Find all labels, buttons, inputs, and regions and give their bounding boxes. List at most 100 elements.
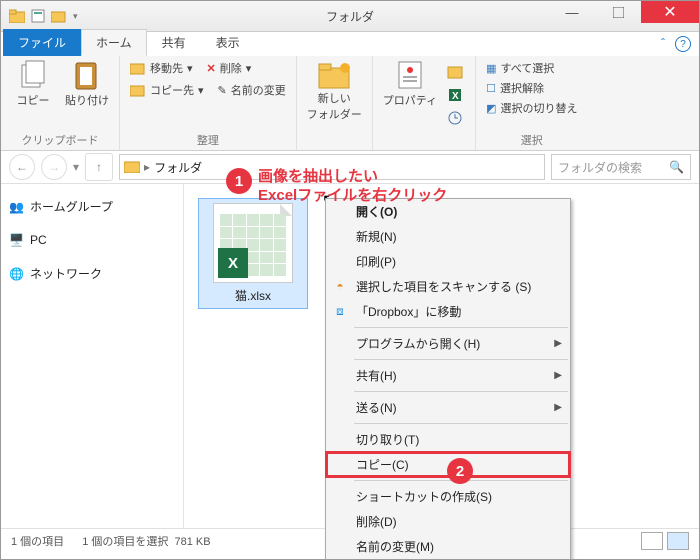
sidebar-item-network[interactable]: 🌐ネットワーク	[7, 261, 177, 286]
invert-selection-button[interactable]: ◩選択の切り替え	[486, 100, 577, 116]
status-count: 1 個の項目	[11, 533, 64, 549]
separator	[354, 327, 568, 328]
folder-icon	[9, 9, 25, 23]
history-icon[interactable]	[447, 110, 465, 129]
new-folder-button[interactable]: 新しい フォルダー	[307, 60, 362, 122]
chevron-right-icon[interactable]: ▸	[144, 160, 150, 174]
quick-access-toolbar: ▾	[1, 9, 86, 23]
copy-button[interactable]: コピー	[11, 60, 55, 108]
new-folder-icon	[317, 60, 351, 90]
titlebar: ▾ フォルダ — ✕	[1, 1, 699, 32]
sidebar-item-homegroup[interactable]: 👥ホームグループ	[7, 194, 177, 219]
folder-arrow-icon	[130, 61, 146, 75]
annotation-1: 1 画像を抽出したいExcelファイルを右クリック	[226, 168, 447, 206]
status-selection: 1 個の項目を選択 781 KB	[82, 533, 210, 549]
separator	[354, 391, 568, 392]
details-view-icon[interactable]	[641, 532, 663, 550]
ctx-print[interactable]: 印刷(P)	[326, 249, 570, 274]
copy-label: コピー	[17, 92, 50, 108]
help-icon[interactable]: ?	[675, 36, 691, 52]
tab-file[interactable]: ファイル	[3, 29, 81, 56]
chevron-right-icon: ▶	[554, 402, 562, 413]
properties-icon[interactable]	[31, 9, 45, 23]
network-icon: 🌐	[9, 267, 24, 281]
folder-icon	[124, 159, 140, 176]
ctx-send-to[interactable]: 送る(N)▶	[326, 395, 570, 420]
tab-view[interactable]: 表示	[201, 29, 255, 56]
minimize-ribbon-icon[interactable]: ˆ	[661, 36, 665, 52]
move-to-button[interactable]: 移動先 ▾	[130, 60, 193, 76]
ctx-scan[interactable]: ◓選択した項目をスキャンする (S)	[326, 274, 570, 299]
delete-icon: ✕	[207, 62, 216, 75]
ribbon-group-clipboard: コピー 貼り付け クリップボード	[1, 56, 120, 150]
ctx-shortcut[interactable]: ショートカットの作成(S)	[326, 484, 570, 509]
folder-arrow-icon	[130, 83, 146, 97]
properties-label: プロパティ	[383, 92, 437, 108]
search-icon: 🔍	[669, 160, 684, 174]
shield-icon: ◓	[332, 278, 348, 294]
chevron-right-icon: ▶	[554, 370, 562, 381]
close-button[interactable]: ✕	[641, 1, 699, 23]
select-none-button[interactable]: ☐選択解除	[486, 80, 544, 96]
chevron-right-icon: ▶	[554, 338, 562, 349]
window-controls: — ✕	[549, 1, 699, 23]
select-all-icon: ▦	[486, 62, 496, 75]
file-item[interactable]: X 猫.xlsx	[198, 198, 308, 309]
edit-icon[interactable]: X	[447, 87, 465, 106]
ctx-share[interactable]: 共有(H)▶	[326, 363, 570, 388]
new-folder-icon[interactable]	[51, 9, 67, 23]
ctx-dropbox[interactable]: ⧈「Dropbox」に移動	[326, 299, 570, 324]
maximize-button[interactable]	[595, 1, 641, 23]
new-group-label	[307, 134, 362, 148]
svg-text:X: X	[452, 91, 459, 102]
annotation-number-2: 2	[447, 458, 473, 484]
select-all-button[interactable]: ▦すべて選択	[486, 60, 554, 76]
paste-button[interactable]: 貼り付け	[65, 60, 109, 108]
ctx-cut[interactable]: 切り取り(T)	[326, 427, 570, 452]
copy-icon	[19, 60, 47, 90]
copy-to-button[interactable]: コピー先 ▾	[130, 82, 204, 98]
open-group-label	[383, 134, 465, 148]
ribbon: コピー 貼り付け クリップボード 移動先 ▾ ✕削除 ▾ コピー先 ▾ ✎名前の…	[1, 56, 699, 151]
paste-icon	[73, 60, 101, 90]
up-button[interactable]: ↑	[85, 153, 113, 181]
thumbnails-view-icon[interactable]	[667, 532, 689, 550]
ribbon-right-buttons: ˆ ?	[661, 36, 691, 52]
open-icon[interactable]	[447, 64, 465, 83]
excel-file-icon: X	[213, 203, 293, 283]
ctx-new[interactable]: 新規(N)	[326, 224, 570, 249]
ribbon-group-open: プロパティ X	[373, 56, 476, 150]
select-none-icon: ☐	[486, 82, 496, 95]
ctx-rename[interactable]: 名前の変更(M)	[326, 534, 570, 559]
tab-home[interactable]: ホーム	[81, 29, 147, 56]
ctx-open-with[interactable]: プログラムから開く(H)▶	[326, 331, 570, 356]
tab-share[interactable]: 共有	[147, 29, 201, 56]
search-input[interactable]: フォルダの検索 🔍	[551, 154, 691, 180]
rename-button[interactable]: ✎名前の変更	[218, 82, 286, 98]
pc-icon: 🖥️	[9, 233, 24, 247]
organize-group-label: 整理	[130, 130, 286, 148]
rename-icon: ✎	[218, 84, 227, 97]
delete-button[interactable]: ✕削除 ▾	[207, 60, 252, 76]
clipboard-group-label: クリップボード	[11, 130, 109, 148]
search-placeholder: フォルダの検索	[558, 159, 642, 176]
ribbon-group-new: 新しい フォルダー	[297, 56, 373, 150]
qat-dropdown-icon[interactable]: ▾	[73, 11, 78, 22]
explorer-window: ▾ フォルダ — ✕ ファイル ホーム 共有 表示 ˆ ? コピー	[0, 0, 700, 560]
dropbox-icon: ⧈	[332, 303, 348, 319]
annotation-number-1: 1	[226, 168, 252, 194]
breadcrumb-item[interactable]: フォルダ	[154, 159, 202, 176]
sidebar-item-pc[interactable]: 🖥️PC	[7, 229, 177, 251]
separator	[354, 423, 568, 424]
properties-icon	[396, 60, 424, 90]
select-group-label: 選択	[486, 130, 577, 148]
ctx-delete[interactable]: 削除(D)	[326, 509, 570, 534]
minimize-button[interactable]: —	[549, 1, 595, 23]
ribbon-tabs: ファイル ホーム 共有 表示 ˆ ?	[1, 32, 699, 56]
back-button[interactable]: ←	[9, 154, 35, 180]
forward-button[interactable]: →	[41, 154, 67, 180]
recent-dropdown-icon[interactable]: ▾	[73, 160, 79, 174]
properties-button[interactable]: プロパティ	[383, 60, 437, 108]
annotation-1-text: 画像を抽出したいExcelファイルを右クリック	[258, 168, 447, 206]
file-name: 猫.xlsx	[235, 289, 271, 303]
